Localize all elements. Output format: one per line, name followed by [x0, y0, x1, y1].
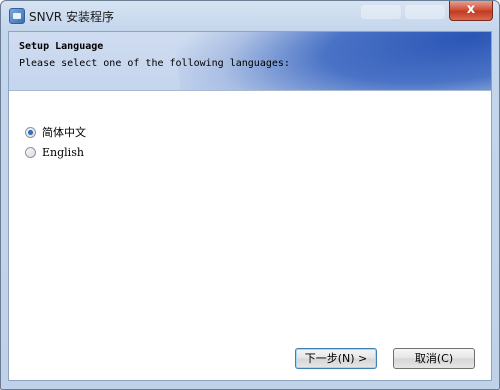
language-option-chinese[interactable]: 简体中文	[25, 122, 86, 142]
cancel-button[interactable]: 取消(C)	[393, 348, 475, 369]
language-option-english[interactable]: English	[25, 142, 86, 162]
minimize-button[interactable]	[361, 5, 401, 19]
footer-divider	[9, 334, 491, 335]
app-icon	[9, 8, 25, 24]
page-header: Setup Language Please select one of the …	[9, 32, 491, 91]
close-icon: x	[466, 2, 476, 17]
language-options: 简体中文 English	[25, 122, 86, 162]
page-subtitle: Please select one of the following langu…	[19, 58, 290, 69]
close-button[interactable]: x	[449, 1, 493, 21]
installer-window: SNVR 安装程序 x Setup Language Please select…	[0, 0, 500, 390]
language-label: 简体中文	[42, 126, 86, 139]
language-label: English	[42, 145, 84, 159]
next-button[interactable]: 下一步(N) >	[295, 348, 377, 369]
radio-button-unchecked[interactable]	[25, 146, 36, 158]
maximize-button[interactable]	[405, 5, 445, 19]
page-title: Setup Language	[19, 41, 104, 52]
title-bar[interactable]: SNVR 安装程序 x	[1, 1, 499, 31]
window-title: SNVR 安装程序	[29, 10, 114, 24]
dialog-content: Setup Language Please select one of the …	[8, 31, 492, 381]
radio-button-checked[interactable]	[25, 126, 36, 138]
